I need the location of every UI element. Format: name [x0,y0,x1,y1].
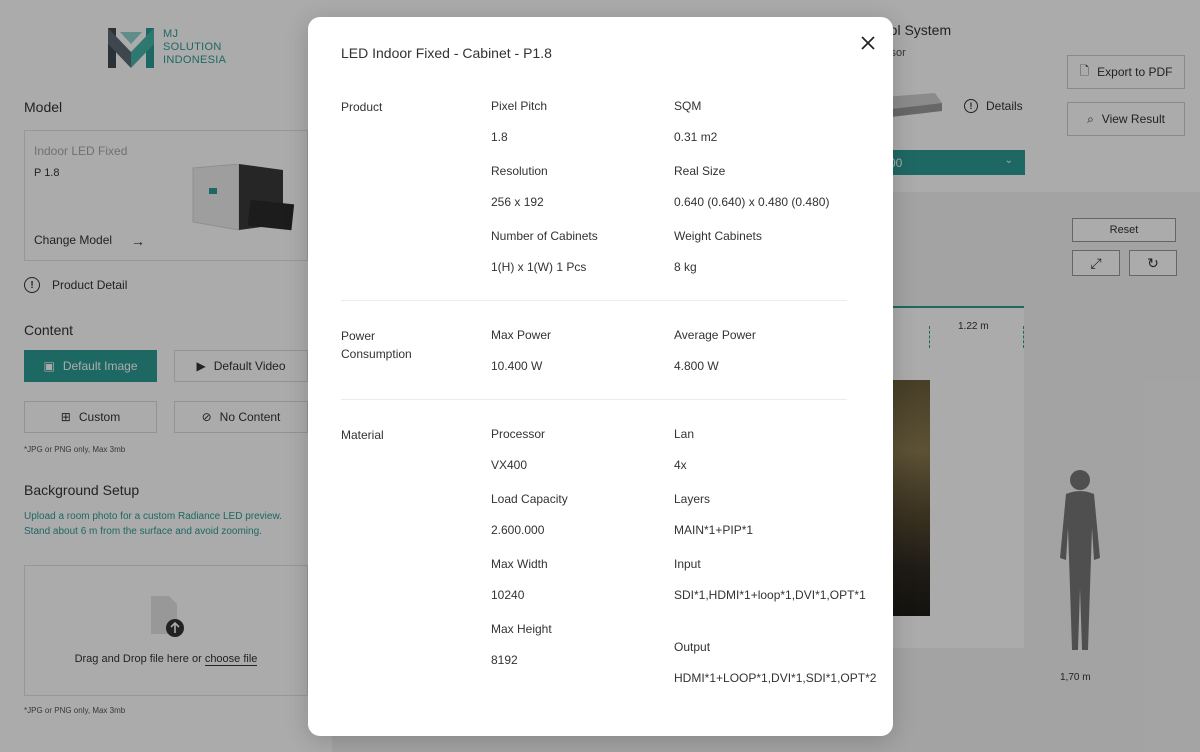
resolution-value: 256 x 192 [491,195,544,209]
max-width-value: 10240 [491,588,525,602]
section-divider [341,399,847,400]
lan-value: 4x [674,458,687,472]
product-detail-modal: LED Indoor Fixed - Cabinet - P1.8 Produc… [308,17,893,736]
sqm-value: 0.31 m2 [674,130,718,144]
max-width-field: Max Width 10240 [491,556,676,604]
weight-label: Weight Cabinets [674,229,762,243]
max-height-label: Max Height [491,622,552,636]
output-value: HDMI*1+LOOP*1,DVI*1,SDI*1,OPT*2 [674,671,877,685]
real-size-label: Real Size [674,164,726,178]
output-label: Output [674,640,711,654]
pixel-pitch-label: Pixel Pitch [491,99,548,113]
resolution-label: Resolution [491,164,548,178]
section-divider [341,300,847,301]
avg-power-field: Average Power 4.800 W [674,327,859,375]
layers-value: MAIN*1+PIP*1 [674,523,754,537]
power-section: Power Consumption Max Power 10.400 W Ave… [341,327,847,387]
output-field: Output HDMI*1+LOOP*1,DVI*1,SDI*1,OPT*2 [674,639,877,687]
avg-power-label: Average Power [674,328,756,342]
input-value: SDI*1,HDMI*1+loop*1,DVI*1,OPT*1 [674,588,866,602]
max-width-label: Max Width [491,557,548,571]
weight-value: 8 kg [674,260,697,274]
material-section: Material Processor VX400 Lan 4x Load Cap… [341,426,877,716]
product-section-label: Product [341,100,383,114]
material-section-label: Material [341,428,384,442]
max-power-value: 10.400 W [491,359,543,373]
input-field: Input SDI*1,HDMI*1+loop*1,DVI*1,OPT*1 [674,556,866,604]
max-power-field: Max Power 10.400 W [491,327,676,375]
avg-power-value: 4.800 W [674,359,719,373]
real-size-field: Real Size 0.640 (0.640) x 0.480 (0.480) [674,163,864,211]
load-capacity-label: Load Capacity [491,492,568,506]
product-section: Product Pixel Pitch 1.8 SQM 0.31 m2 Reso… [341,98,847,278]
close-icon [861,36,875,50]
input-label: Input [674,557,701,571]
pixel-pitch-value: 1.8 [491,130,508,144]
close-button[interactable] [857,32,879,54]
resolution-field: Resolution 256 x 192 [491,163,676,211]
lan-field: Lan 4x [674,426,859,474]
modal-title: LED Indoor Fixed - Cabinet - P1.8 [341,45,552,61]
max-height-field: Max Height 8192 [491,621,676,669]
sqm-field: SQM 0.31 m2 [674,98,859,146]
real-size-value: 0.640 (0.640) x 0.480 (0.480) [674,195,830,209]
lan-label: Lan [674,427,695,441]
load-capacity-value: 2.600.000 [491,523,545,537]
load-capacity-field: Load Capacity 2.600.000 [491,491,676,539]
cabinets-label: Number of Cabinets [491,229,598,243]
layers-field: Layers MAIN*1+PIP*1 [674,491,859,539]
layers-label: Layers [674,492,711,506]
cabinets-value: 1(H) x 1(W) 1 Pcs [491,260,587,274]
weight-field: Weight Cabinets 8 kg [674,228,859,276]
pixel-pitch-field: Pixel Pitch 1.8 [491,98,676,146]
power-section-label: Power Consumption [341,329,412,361]
processor-value: VX400 [491,458,528,472]
cabinets-field: Number of Cabinets 1(H) x 1(W) 1 Pcs [491,228,676,276]
processor-field: Processor VX400 [491,426,676,474]
processor-label: Processor [491,427,546,441]
sqm-label: SQM [674,99,702,113]
max-height-value: 8192 [491,653,518,667]
max-power-label: Max Power [491,328,552,342]
